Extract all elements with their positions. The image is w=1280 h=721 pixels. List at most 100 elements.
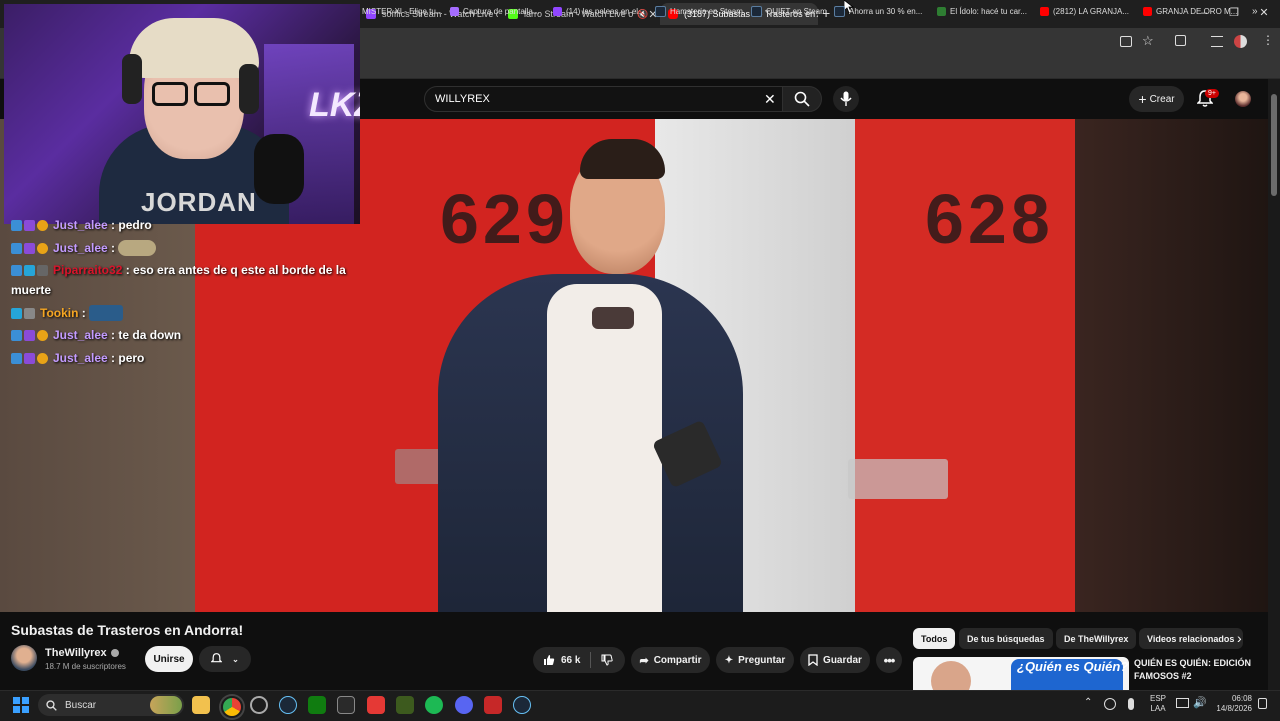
windows-start-icon[interactable]: [13, 697, 29, 713]
more-horizontal-icon: •••: [883, 652, 896, 668]
plus-icon: +: [1138, 91, 1147, 107]
microphone-icon: [840, 91, 852, 106]
create-button[interactable]: + Crear: [1129, 86, 1184, 112]
badge-icon: [11, 264, 22, 276]
tray-microphone-icon[interactable]: [1128, 698, 1134, 710]
chip-all[interactable]: Todos: [913, 628, 956, 649]
bookmark-icon: [808, 654, 818, 666]
video-bowtie: [592, 307, 634, 329]
file-explorer-icon[interactable]: [192, 696, 210, 714]
notification-badge: 9+: [1205, 89, 1219, 98]
badge-icon: [37, 219, 48, 231]
bookmark-item[interactable]: El Ídolo: hacé tu car...: [937, 4, 1027, 18]
chip-from-searches[interactable]: De tus búsquedas: [959, 628, 1053, 649]
chat-message: Just_alee : te da down: [11, 328, 181, 342]
clear-search-icon[interactable]: ✕: [764, 91, 776, 108]
save-button[interactable]: Guardar: [800, 647, 870, 673]
tray-app-icon[interactable]: [1104, 698, 1116, 710]
bookmark-item[interactable]: MISTER XI - Elige tu...: [362, 4, 442, 18]
search-button[interactable]: [782, 86, 822, 112]
ask-button[interactable]: ✦ Preguntar: [716, 647, 794, 673]
bookmarks-overflow[interactable]: »: [1252, 4, 1258, 18]
browser-menu-icon[interactable]: ⋮: [1262, 33, 1274, 47]
related-video-thumbnail[interactable]: ¿Quién es Quién?: [913, 657, 1129, 690]
voice-search-button[interactable]: [833, 86, 859, 112]
channel-avatar[interactable]: [11, 645, 37, 671]
badge-icon: [24, 352, 35, 364]
bookmark-item[interactable]: (14) las peleas en el...: [553, 4, 645, 18]
bookmark-star-icon[interactable]: ☆: [1142, 33, 1154, 49]
chat-message: Tookin :: [11, 305, 124, 321]
profile-avatar-icon[interactable]: [1234, 35, 1247, 48]
chat-message: Just_alee :: [11, 240, 157, 256]
account-avatar[interactable]: [1235, 91, 1251, 107]
badge-icon: [37, 264, 48, 276]
extensions-icon[interactable]: [1175, 35, 1186, 46]
close-window-icon[interactable]: ✕: [1256, 5, 1272, 21]
dislike-button[interactable]: [601, 654, 614, 666]
app-red-icon[interactable]: [367, 696, 385, 714]
chip-related[interactable]: Videos relacionados: [1139, 628, 1243, 649]
steam-icon[interactable]: [513, 696, 531, 714]
tray-chevron-up-icon[interactable]: ⌃: [1084, 697, 1092, 708]
bookmark-item[interactable]: GRANJA DE ORO M...: [1143, 4, 1237, 18]
thumbnail-face: [931, 661, 971, 690]
app-green-icon[interactable]: [396, 696, 414, 714]
like-dislike-group: 66 k: [533, 647, 625, 673]
chip-from-channel[interactable]: De TheWillyrex: [1056, 628, 1137, 649]
app-icon[interactable]: [337, 696, 355, 714]
app-badge-icon[interactable]: [484, 696, 502, 714]
scrollbar-thumb[interactable]: [1271, 94, 1277, 196]
share-button[interactable]: ➦ Compartir: [631, 647, 710, 673]
more-actions-button[interactable]: •••: [876, 647, 902, 673]
bookmark-item[interactable]: Hamsteria en Steam: [655, 4, 743, 18]
chrome-icon[interactable]: [221, 696, 243, 718]
badge-icon: [37, 329, 48, 341]
webcam-neon-sign: LKZ: [309, 86, 360, 124]
discord-icon[interactable]: [455, 696, 473, 714]
thumbs-down-icon: [601, 654, 614, 666]
bookmark-item[interactable]: (2812) LA GRANJA...: [1040, 4, 1129, 18]
join-button[interactable]: Unirse: [145, 646, 193, 672]
install-app-icon[interactable]: [1120, 36, 1132, 47]
thumbs-up-icon: [544, 655, 555, 665]
related-video-title[interactable]: QUIÉN ES QUIÉN: EDICIÓN FAMOSOS #2: [1134, 657, 1262, 683]
volume-icon[interactable]: 🔊: [1193, 696, 1207, 709]
search-highlight-icon: [150, 696, 182, 714]
bookmark-item[interactable]: QUIET en Steam: [751, 4, 827, 18]
subscription-bell-button[interactable]: ⌄: [199, 646, 251, 672]
sparkle-icon: ✦: [724, 654, 734, 666]
share-arrow-icon: ➦: [639, 654, 649, 667]
language-indicator[interactable]: ESP LAA: [1150, 694, 1166, 714]
search-input[interactable]: WILLYREX: [424, 86, 788, 112]
door-handle-right: [848, 459, 948, 499]
channel-name[interactable]: TheWillyrex: [45, 647, 119, 659]
notification-center-icon[interactable]: [1258, 698, 1267, 709]
badge-icon: [11, 329, 22, 341]
webcam-overlay: LKZ JORDAN: [4, 4, 360, 224]
clock[interactable]: 06:08 14/8/2026: [1212, 694, 1252, 714]
chat-emote: [118, 240, 157, 256]
video-title: Subastas de Trasteros en Andorra!: [11, 622, 244, 638]
steam-icon[interactable]: [279, 696, 297, 714]
webcam-headphone-left: [122, 54, 142, 104]
steam-icon: [751, 5, 762, 17]
bookmark-item[interactable]: Ahorra un 30 % en...: [834, 4, 922, 18]
youtube-icon: [1040, 6, 1049, 16]
search-icon: [46, 699, 57, 711]
bookmark-item[interactable]: Captura de pantalla...: [450, 4, 540, 18]
media-controls-icon[interactable]: [1211, 36, 1223, 47]
video-person-hair: [580, 139, 665, 179]
network-icon[interactable]: [1176, 698, 1189, 708]
taskbar-search-input[interactable]: Buscar: [38, 694, 184, 716]
webcam-microphone: [254, 134, 304, 204]
browser-app-icon[interactable]: [250, 696, 268, 714]
divider: [590, 652, 592, 668]
spotify-icon[interactable]: [425, 696, 443, 714]
xbox-icon[interactable]: [308, 696, 326, 714]
like-button[interactable]: 66 k: [543, 654, 580, 666]
chevron-right-icon[interactable]: ›: [1237, 630, 1242, 646]
bookmark-favicon-icon: [450, 6, 459, 16]
steam-icon: [655, 5, 666, 17]
bell-icon: [211, 653, 223, 663]
